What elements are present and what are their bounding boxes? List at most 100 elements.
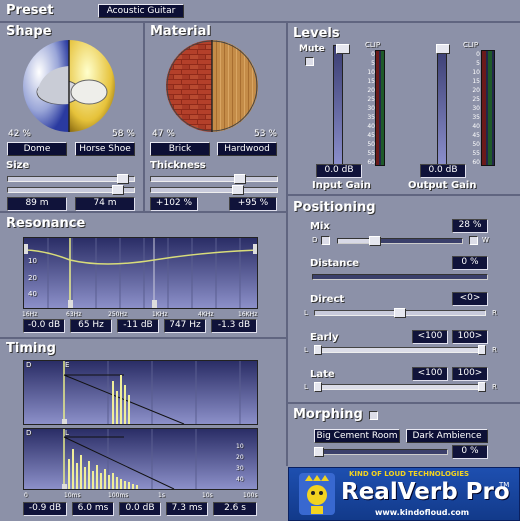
- timing-xtick: 1s: [158, 492, 165, 499]
- shape-left-select[interactable]: Dome: [7, 142, 67, 156]
- late-left-value[interactable]: <100: [412, 367, 448, 381]
- logo-product: RealVerb Pro: [341, 479, 510, 505]
- material-left-select[interactable]: Brick: [150, 142, 210, 156]
- mix-wet-checkbox[interactable]: [469, 236, 478, 245]
- input-gain-fader-track[interactable]: [333, 45, 343, 165]
- early-label: Early: [310, 332, 339, 343]
- output-gain-fader-track[interactable]: [437, 45, 447, 165]
- res-ytick: 10: [28, 257, 37, 265]
- output-gain-value[interactable]: 0.0 dB: [420, 164, 466, 178]
- res-xtick: 63Hz: [66, 311, 82, 318]
- thickness-slider-2[interactable]: [150, 187, 278, 193]
- slider-thumb[interactable]: [117, 174, 129, 184]
- meter-scale-tick: 50: [367, 141, 375, 148]
- divider: [286, 21, 288, 466]
- meter-scale-tick: 35: [472, 114, 480, 121]
- timing-title: Timing: [6, 341, 56, 356]
- timing-direct-level-value[interactable]: -0.9 dB: [23, 502, 67, 516]
- output-gain-label: Output Gain: [408, 180, 477, 191]
- shape-right-select[interactable]: Horse Shoe: [75, 142, 135, 156]
- meter-scale-tick: 25: [367, 96, 375, 103]
- timing-late-delay-value[interactable]: 7.3 ms: [166, 502, 208, 516]
- mix-wet-label: W: [482, 236, 489, 244]
- input-clip-label: CLIP: [365, 41, 381, 49]
- material-morph-sphere[interactable]: [166, 40, 258, 132]
- resonance-eq-graph[interactable]: [23, 237, 258, 309]
- timing-xtick: 10ms: [64, 492, 81, 499]
- morph-source-select[interactable]: Big Cement Room: [314, 429, 400, 443]
- timing-early-d-label: D: [26, 361, 32, 369]
- material-right-percent: 53 %: [254, 129, 277, 139]
- size-right-value[interactable]: 74 m: [75, 197, 135, 211]
- slider-thumb[interactable]: [478, 382, 486, 392]
- late-right-value[interactable]: 100>: [452, 367, 488, 381]
- timing-decay-value[interactable]: 2.6 s: [213, 502, 257, 516]
- res-ytick: 40: [28, 290, 37, 298]
- slider-thumb[interactable]: [232, 185, 244, 195]
- meter-scale-tick: 20: [367, 87, 375, 94]
- realverb-logo: KIND OF LOUD TECHNOLOGIES RealVerb Pro T…: [288, 467, 520, 521]
- slider-thumb[interactable]: [394, 308, 406, 318]
- meter-scale-tick: 0: [476, 51, 480, 58]
- early-right-label: R: [492, 346, 497, 354]
- res-mid-gain-value[interactable]: -11 dB: [117, 319, 159, 333]
- meter-scale-tick: 40: [367, 123, 375, 130]
- mix-value[interactable]: 28 %: [452, 219, 488, 233]
- input-gain-fader-thumb[interactable]: [336, 44, 350, 54]
- late-width-slider[interactable]: [314, 384, 486, 390]
- timing-early-delay-value[interactable]: 6.0 ms: [72, 502, 114, 516]
- timing-early-level-value[interactable]: 0.0 dB: [119, 502, 161, 516]
- distance-slider[interactable]: [312, 274, 488, 280]
- meter-scale-tick: 25: [472, 96, 480, 103]
- res-xtick: 4KHz: [198, 311, 214, 318]
- direct-value[interactable]: <0>: [452, 292, 488, 306]
- early-width-slider[interactable]: [314, 347, 486, 353]
- morph-slider[interactable]: [314, 449, 448, 455]
- morphing-checkbox[interactable]: [369, 411, 378, 420]
- output-gain-fader-thumb[interactable]: [436, 44, 450, 54]
- shape-morph-sphere[interactable]: [23, 40, 115, 132]
- timing-xtick: 100s: [243, 492, 258, 499]
- res-mid-freq-value[interactable]: 747 Hz: [164, 319, 206, 333]
- size-slider-1[interactable]: [7, 176, 135, 182]
- timing-late-graph[interactable]: [23, 428, 258, 490]
- late-left-label: L: [304, 383, 308, 391]
- late-label: Late: [310, 369, 335, 380]
- slider-thumb[interactable]: [112, 185, 124, 195]
- slider-thumb[interactable]: [314, 345, 322, 355]
- thickness-left-value[interactable]: +102 %: [150, 197, 198, 211]
- early-left-value[interactable]: <100: [412, 330, 448, 344]
- preset-selector[interactable]: Acoustic Guitar: [98, 4, 184, 18]
- divider: [286, 194, 520, 196]
- output-clip-label: CLIP: [463, 41, 479, 49]
- slider-thumb[interactable]: [314, 447, 324, 457]
- slider-thumb[interactable]: [314, 382, 322, 392]
- meter-scale-tick: 0: [371, 51, 375, 58]
- res-high-gain-value[interactable]: -1.3 dB: [211, 319, 257, 333]
- slider-thumb[interactable]: [478, 345, 486, 355]
- meter-bar: [488, 51, 492, 165]
- slider-thumb[interactable]: [234, 174, 246, 184]
- slider-thumb[interactable]: [369, 236, 381, 246]
- timing-early-graph[interactable]: [23, 360, 258, 425]
- positioning-title: Positioning: [293, 200, 376, 215]
- mute-checkbox[interactable]: [305, 57, 314, 66]
- distance-value[interactable]: 0 %: [452, 256, 488, 270]
- size-left-value[interactable]: 89 m: [7, 197, 67, 211]
- thickness-right-value[interactable]: +95 %: [229, 197, 277, 211]
- res-xtick: 16KHz: [238, 311, 258, 318]
- timing-ytick: 10: [236, 443, 244, 450]
- meter-bar: [482, 51, 486, 165]
- mix-dry-checkbox[interactable]: [321, 236, 330, 245]
- res-low-gain-value[interactable]: -0.0 dB: [23, 319, 65, 333]
- morph-target-select[interactable]: Dark Ambience: [406, 429, 488, 443]
- meter-scale-tick: 35: [367, 114, 375, 121]
- input-gain-value[interactable]: 0.0 dB: [316, 164, 362, 178]
- meter-scale-tick: 45: [367, 132, 375, 139]
- timing-xtick: 100ms: [108, 492, 129, 499]
- thickness-slider-1[interactable]: [150, 176, 278, 182]
- material-right-select[interactable]: Hardwood: [217, 142, 277, 156]
- res-low-freq-value[interactable]: 65 Hz: [70, 319, 112, 333]
- morph-value[interactable]: 0 %: [452, 445, 488, 459]
- early-right-value[interactable]: 100>: [452, 330, 488, 344]
